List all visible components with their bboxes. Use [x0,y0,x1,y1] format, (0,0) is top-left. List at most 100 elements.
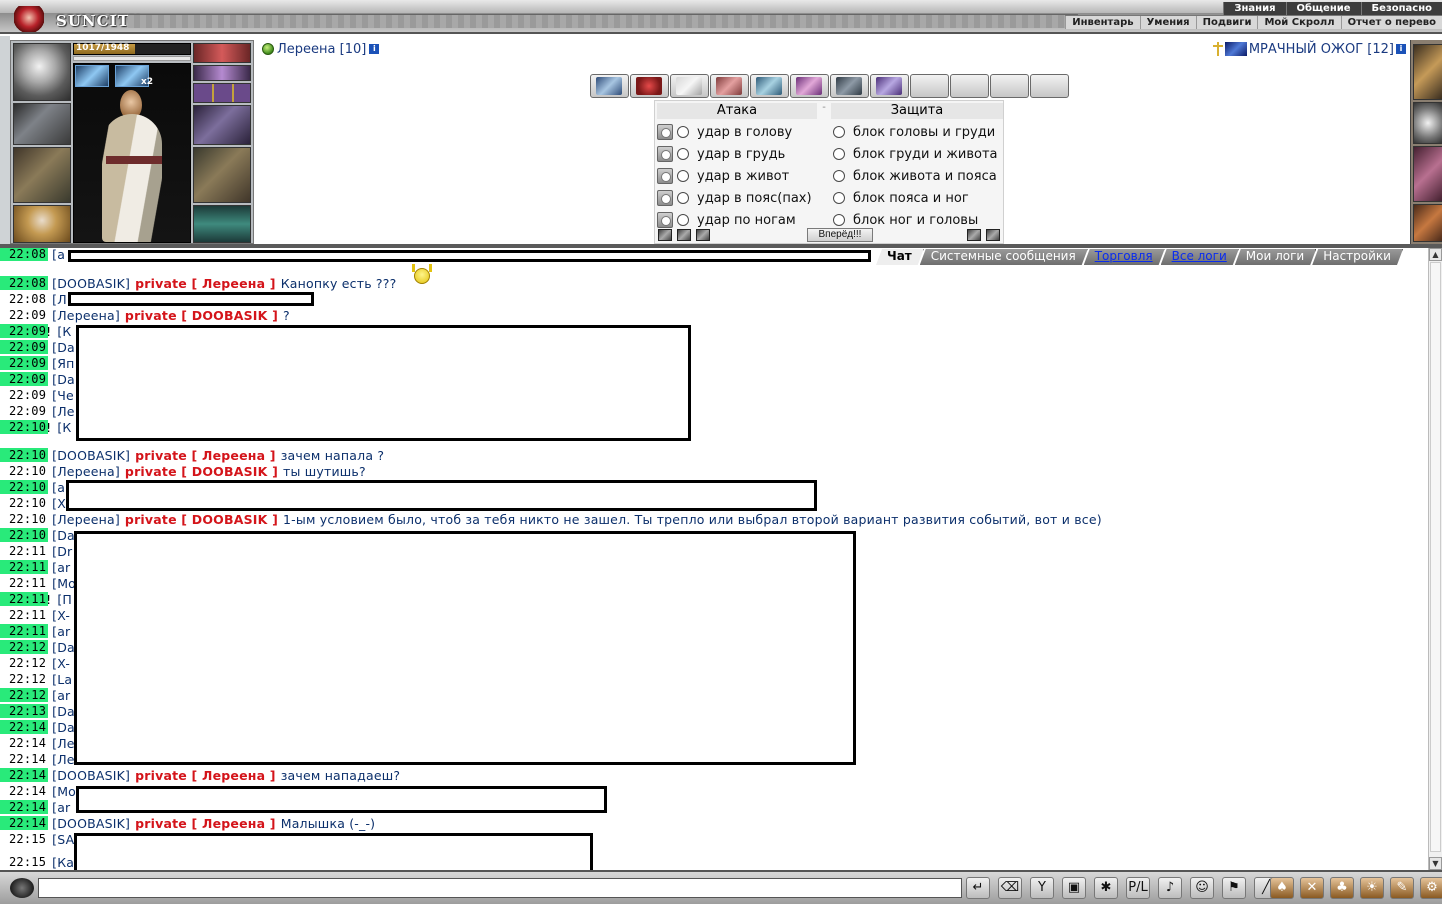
message-timestamp[interactable]: 22:12 [0,672,48,686]
player-name[interactable]: Лереена [10] [277,42,366,57]
enemy-armor-slot[interactable] [1413,146,1442,202]
quill-icon[interactable]: ✎ [1390,877,1414,899]
empty-skill-slot[interactable] [990,74,1029,98]
armor-slot[interactable] [193,105,251,145]
helmet-slot[interactable] [13,43,71,101]
message-author[interactable]: [К [57,420,71,435]
scroll-down-arrow[interactable]: ▼ [1429,857,1442,870]
private-tag[interactable]: private [ Лереена ] [135,276,276,291]
defense-radio[interactable] [833,126,845,138]
quick-attack-toggle[interactable] [657,190,673,206]
defense-option[interactable]: блок груди и живота [833,143,998,165]
attack-radio[interactable] [677,126,689,138]
message-timestamp[interactable]: 22:09 [0,404,48,418]
private-tag[interactable]: private [ Лереена ] [135,448,276,463]
message-author[interactable]: [DOOBASIK] [52,816,130,831]
repeat-block-icon[interactable] [986,229,1000,241]
message-timestamp[interactable]: 22:11 [0,576,48,590]
message-author[interactable]: [ar [52,800,70,815]
menu-item-achievements[interactable]: Подвиги [1195,16,1258,29]
amulet-slot[interactable] [193,43,251,63]
send-icon[interactable]: ↵ [966,877,990,899]
message-author[interactable]: [Da [52,372,75,387]
random-attack-icon[interactable] [677,229,691,241]
attack-option[interactable]: удар в пояс(пах) [657,187,812,209]
skill-slot[interactable] [710,74,749,98]
message-author[interactable]: [Ле [52,404,75,419]
message-author[interactable]: [Че [52,388,74,403]
message-timestamp[interactable]: 22:09 [0,372,49,386]
message-timestamp[interactable]: 22:12 [0,640,49,654]
empty-skill-slot[interactable] [910,74,949,98]
chat-tab[interactable]: Системные сообщения [920,249,1088,265]
message-timestamp[interactable]: 22:11 [0,624,49,638]
accessory-slots[interactable] [193,83,251,103]
filter-icon[interactable]: Y [1030,877,1054,899]
message-author[interactable]: [Лереена] [52,512,120,527]
message-author[interactable]: [К [57,324,71,339]
message-timestamp[interactable]: 22:10 [0,420,49,434]
chat-tab[interactable]: Чат [876,249,924,265]
menu-item-security[interactable]: Безопасно [1360,2,1442,15]
enemy-weapon-slot[interactable] [1413,44,1442,100]
message-author[interactable]: [X- [52,608,70,623]
menu-item-knowledge[interactable]: Знания [1223,2,1285,15]
message-timestamp[interactable]: 22:08 [0,248,49,261]
message-author[interactable]: [Ле [52,752,75,767]
right-weapon-slot[interactable] [193,147,251,203]
scroll-up-arrow[interactable]: ▲ [1429,248,1442,261]
private-tag[interactable]: private [ DOOBASIK ] [125,308,278,323]
gloves-slot[interactable] [13,103,71,145]
message-timestamp[interactable]: 22:12 [0,656,48,670]
attack-radio[interactable] [677,148,689,160]
bag-icon[interactable]: ♠ [1270,877,1294,899]
player-info-icon[interactable]: i [369,44,380,54]
message-author[interactable]: [SA [52,832,74,847]
chat-log[interactable]: 22:08 [a 22:08 [DOOBASIK] private [ Лереена … [0,248,1428,870]
message-author[interactable]: [a [52,480,65,495]
repeat-attack-icon[interactable] [696,229,710,241]
message-author[interactable]: [DOOBASIK] [52,276,130,291]
quick-attack-toggle[interactable] [657,168,673,184]
enemy-name[interactable]: МРАЧНЫЙ ОЖОГ [12] [1249,42,1394,57]
message-author[interactable]: [X [52,496,66,511]
message-timestamp[interactable]: 22:11 [0,560,49,574]
message-timestamp[interactable]: 22:10 [0,448,49,462]
message-timestamp[interactable]: 22:09 [0,308,48,322]
chat-scrollbar[interactable]: ▲ ▼ [1428,248,1442,870]
message-timestamp[interactable]: 22:08 [0,292,48,306]
defense-radio[interactable] [833,170,845,182]
message-author[interactable]: [ar [52,688,70,703]
message-timestamp[interactable]: 22:10 [0,496,48,510]
clan-icon[interactable]: ⚑ [1222,877,1246,899]
enemy-helmet-slot[interactable] [1413,102,1442,144]
sword-icon[interactable]: ✕ [1300,877,1324,899]
enemy-info-icon[interactable]: i [1396,44,1406,54]
message-timestamp[interactable]: 22:14 [0,736,48,750]
quick-attack-toggle[interactable] [657,212,673,228]
scroll-thumb[interactable] [1430,262,1441,852]
message-timestamp[interactable]: 22:08 [0,276,49,290]
message-author[interactable]: [Mo [52,784,76,799]
empty-skill-slot[interactable] [1030,74,1069,98]
defense-radio[interactable] [833,214,845,226]
menu-item-communication[interactable]: Общение [1285,2,1361,15]
message-author[interactable]: [ar [52,624,70,639]
private-tag[interactable]: private [ Лереена ] [135,816,276,831]
skill-slot[interactable] [830,74,869,98]
attack-option[interactable]: удар в живот [657,165,789,187]
save-icon[interactable]: ▣ [1062,877,1086,899]
message-author[interactable]: [DOOBASIK] [52,768,130,783]
message-author[interactable]: [ar [52,560,70,575]
chat-tab[interactable]: Все логи [1161,249,1239,265]
character-portrait[interactable] [73,63,191,243]
attack-radio[interactable] [677,192,689,204]
message-author[interactable]: [Лереена] [52,464,120,479]
message-timestamp[interactable]: 22:10 [0,480,49,494]
attack-radio[interactable] [677,214,689,226]
message-timestamp[interactable]: 22:11 [0,592,49,606]
chat-tab[interactable]: Мои логи [1235,249,1316,265]
message-author[interactable]: [П [57,592,72,607]
gold-icon[interactable]: ☀ [1360,877,1384,899]
message-author[interactable]: [Лереена] [52,308,120,323]
